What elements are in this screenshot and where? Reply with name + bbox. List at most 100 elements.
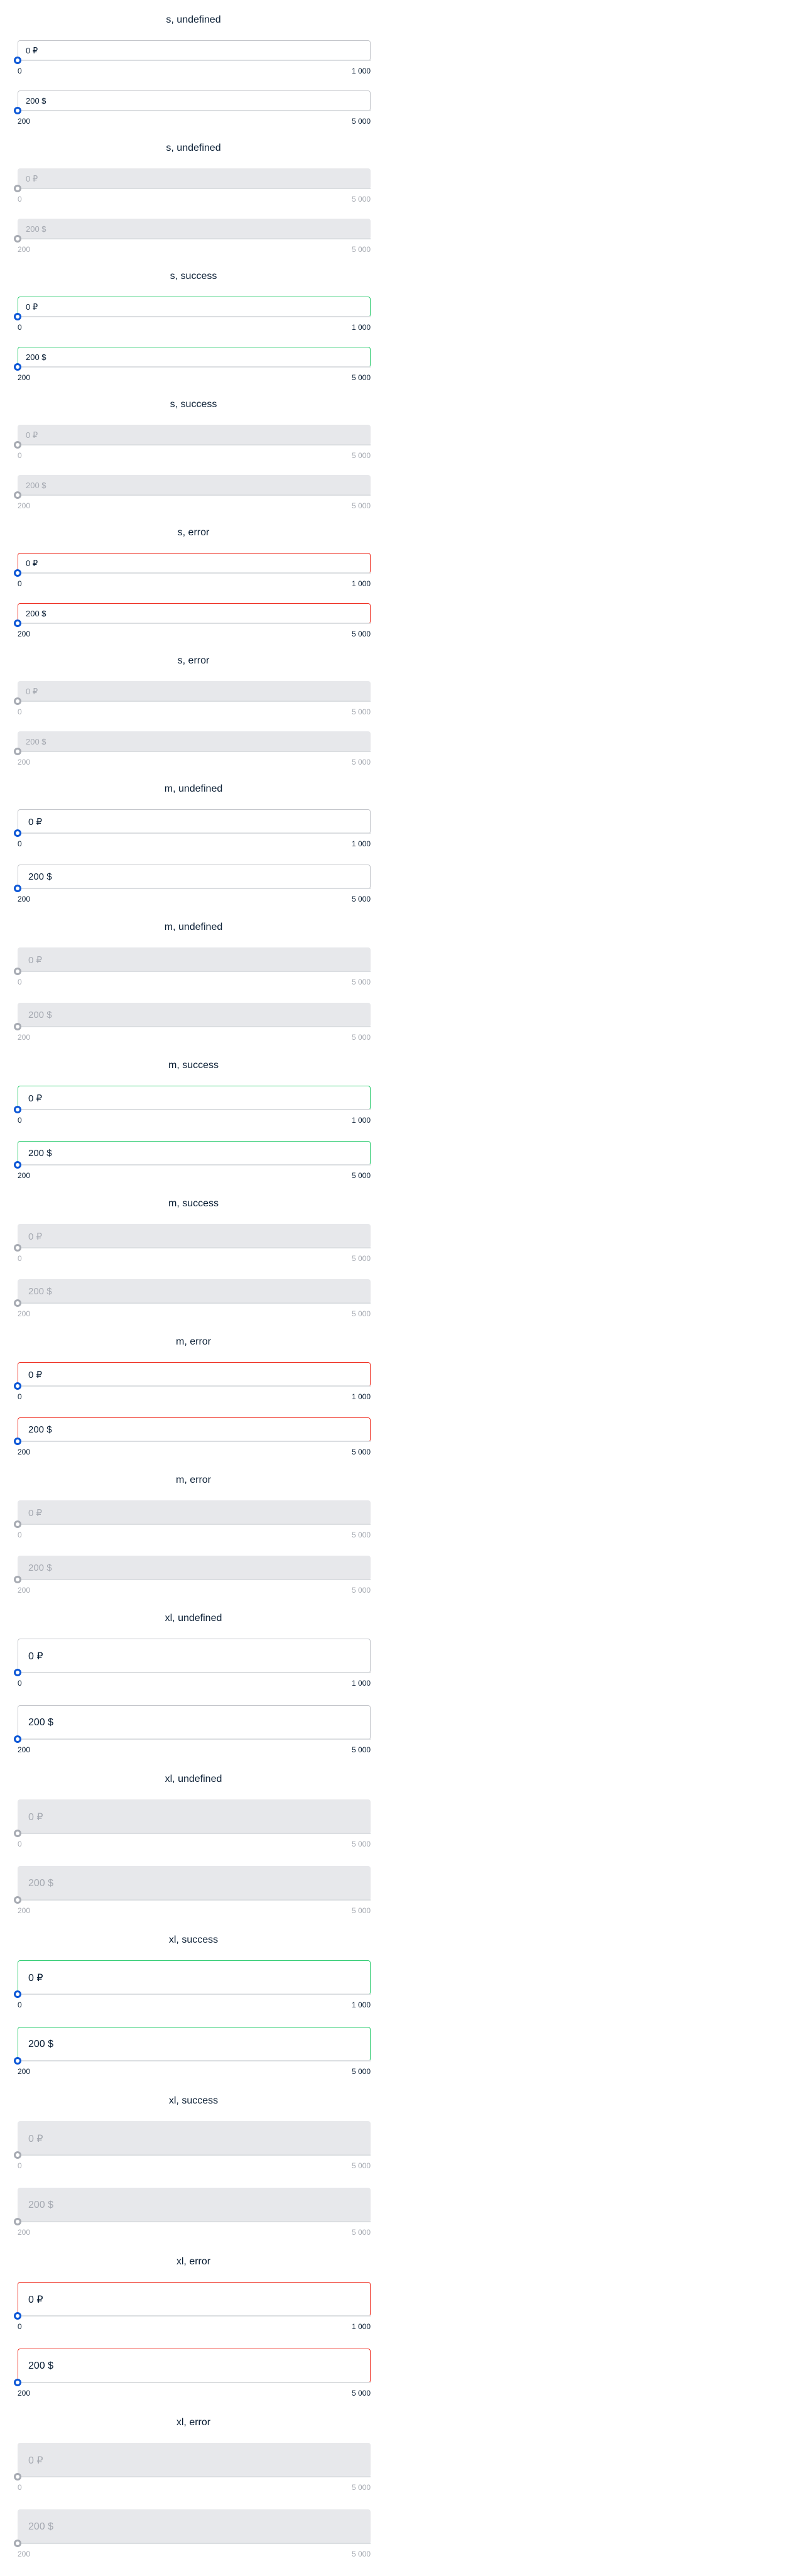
amount-input[interactable]: 200 $ <box>18 90 371 111</box>
max-label: 5 000 <box>351 1254 371 1263</box>
slider-track <box>18 1026 371 1027</box>
max-label: 5 000 <box>351 117 371 126</box>
amount-input[interactable]: 0 ₽ <box>18 1362 371 1387</box>
min-label: 0 <box>18 2483 22 2492</box>
amount-value: 200 $ <box>26 609 46 618</box>
amount-input[interactable]: 0 ₽ <box>18 40 371 61</box>
amount-value: 0 ₽ <box>26 686 38 696</box>
slider-thumb[interactable] <box>14 619 21 627</box>
slider-thumb[interactable] <box>14 569 21 577</box>
slider-thumb[interactable] <box>14 1669 21 1676</box>
slider-thumb[interactable] <box>14 1106 21 1113</box>
amount-input[interactable]: 0 ₽ <box>18 297 371 317</box>
section-title: m, error <box>176 1336 211 1347</box>
slider-track[interactable] <box>18 623 371 624</box>
amount-input[interactable]: 200 $ <box>18 1141 371 1165</box>
slider-thumb[interactable] <box>14 2312 21 2320</box>
amount-input: 0 ₽ <box>18 425 371 445</box>
slider-thumb[interactable] <box>14 2057 21 2065</box>
max-label: 1 000 <box>351 323 371 332</box>
min-label: 200 <box>18 2389 31 2398</box>
amount-input[interactable]: 200 $ <box>18 2349 371 2383</box>
amount-value: 200 $ <box>28 1286 52 1297</box>
section-title: s, success <box>170 271 217 281</box>
amount-value: 0 ₽ <box>28 1651 43 1662</box>
slider-track[interactable] <box>18 1164 371 1165</box>
max-label: 5 000 <box>351 1586 371 1595</box>
amount-value: 200 $ <box>26 737 46 746</box>
slider-track[interactable] <box>18 888 371 889</box>
slider-limits: 0 1 000 <box>18 67 371 75</box>
section-title: xl, error <box>176 2256 211 2267</box>
amount-input: 200 $ <box>18 2509 371 2544</box>
max-label: 1 000 <box>351 2000 371 2009</box>
slider-thumb[interactable] <box>14 1735 21 1743</box>
slider-thumb[interactable] <box>14 1990 21 1998</box>
min-label: 0 <box>18 978 22 986</box>
amount-input[interactable]: 0 ₽ <box>18 1086 371 1110</box>
slider-track[interactable] <box>18 1672 371 1673</box>
slider-track[interactable] <box>18 316 371 317</box>
slider-track[interactable] <box>18 1441 371 1442</box>
slider-thumb[interactable] <box>14 1161 21 1169</box>
min-label: 200 <box>18 2550 31 2558</box>
amount-input: 0 ₽ <box>18 1500 371 1525</box>
max-label: 1 000 <box>351 67 371 75</box>
slider-track[interactable] <box>18 832 371 834</box>
slider-track[interactable] <box>18 2382 371 2383</box>
amount-input[interactable]: 200 $ <box>18 603 371 624</box>
slider-track[interactable] <box>18 1738 371 1740</box>
slider-limits: 200 5 000 <box>18 895 371 903</box>
amount-value: 0 ₽ <box>28 1507 43 1519</box>
slider-thumb[interactable] <box>14 57 21 64</box>
slider-thumb[interactable] <box>14 363 21 371</box>
amount-value: 200 $ <box>26 481 46 490</box>
amount-input[interactable]: 0 ₽ <box>18 1639 371 1673</box>
min-label: 0 <box>18 2000 22 2009</box>
slider-thumb <box>14 1244 21 1252</box>
amount-input[interactable]: 200 $ <box>18 1417 371 1442</box>
slider-track[interactable] <box>18 572 371 574</box>
slider-thumb[interactable] <box>14 107 21 114</box>
slider-track[interactable] <box>18 366 371 368</box>
max-label: 5 000 <box>351 2161 371 2170</box>
slider-track <box>18 751 371 752</box>
amount-input[interactable]: 200 $ <box>18 865 371 889</box>
slider-track[interactable] <box>18 2315 371 2317</box>
amount-input: 200 $ <box>18 219 371 239</box>
min-label: 200 <box>18 758 31 767</box>
slider-track[interactable] <box>18 1385 371 1387</box>
slider-track[interactable] <box>18 60 371 61</box>
slider-track[interactable] <box>18 110 371 111</box>
section-title: xl, success <box>168 2095 219 2106</box>
amount-input[interactable]: 0 ₽ <box>18 2282 371 2317</box>
amount-input[interactable]: 0 ₽ <box>18 1960 371 1995</box>
slider-thumb[interactable] <box>14 829 21 837</box>
amount-value: 0 ₽ <box>28 2133 43 2144</box>
amount-input[interactable]: 0 ₽ <box>18 553 371 574</box>
slider-thumb[interactable] <box>14 885 21 892</box>
slider-thumb[interactable] <box>14 2379 21 2386</box>
min-label: 200 <box>18 1171 31 1180</box>
slider-thumb[interactable] <box>14 1438 21 1445</box>
amount-input[interactable]: 200 $ <box>18 2027 371 2061</box>
slider-thumb[interactable] <box>14 1382 21 1390</box>
slider-limits: 200 5 000 <box>18 373 371 382</box>
amount-input[interactable]: 200 $ <box>18 1705 371 1740</box>
section-title: m, undefined <box>164 922 223 932</box>
amount-input: 0 ₽ <box>18 168 371 189</box>
amount-input[interactable]: 200 $ <box>18 347 371 368</box>
slider-track[interactable] <box>18 2060 371 2061</box>
max-label: 1 000 <box>351 2322 371 2331</box>
amount-value: 200 $ <box>28 1716 54 1728</box>
slider-track[interactable] <box>18 1994 371 1995</box>
max-label: 5 000 <box>351 245 371 254</box>
slider-thumb <box>14 2151 21 2159</box>
min-label: 0 <box>18 1840 22 1848</box>
slider-limits: 0 1 000 <box>18 839 371 848</box>
min-label: 0 <box>18 1392 22 1401</box>
amount-value: 200 $ <box>28 2360 54 2371</box>
slider-track[interactable] <box>18 1109 371 1110</box>
amount-input[interactable]: 0 ₽ <box>18 809 371 834</box>
slider-thumb[interactable] <box>14 313 21 320</box>
